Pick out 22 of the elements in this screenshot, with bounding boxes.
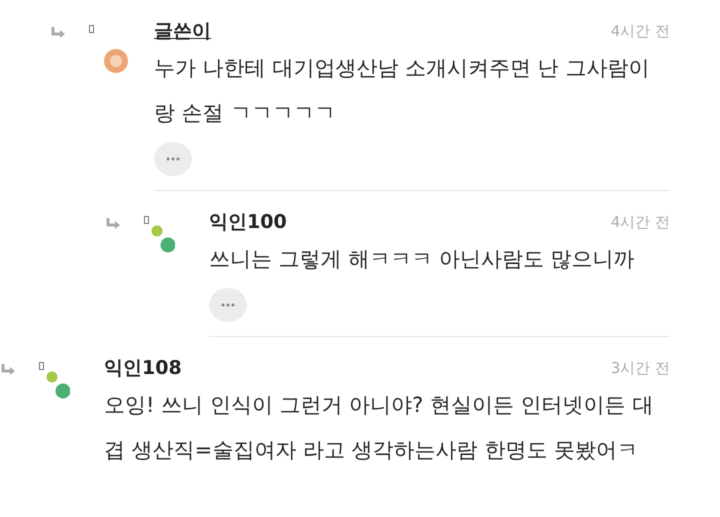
comment-time: 3시간 전 — [610, 358, 670, 379]
avatar-icon — [151, 225, 175, 253]
more-icon — [221, 303, 235, 307]
author-name[interactable]: 익인100 — [209, 209, 287, 235]
comment-text: 쓰니는 그렇게 해ㅋㅋㅋ 아닌사람도 많으니까 — [209, 246, 636, 273]
comment-text: 오잉! 쓰니 인식이 그런거 아니야? 현실이든 인터넷이든 대겹 생산직=술집여자 라고 생각하는사람 한명도 못봤어ㅋ — [104, 392, 654, 464]
reply-arrow-icon — [50, 26, 66, 40]
avatar-icon — [103, 48, 129, 74]
broken-image-icon — [39, 362, 44, 370]
comment-text: 누가 나한테 대기업생산남 소개시켜주면 난 그사람이랑 손절 ㄱㄱㄱㄱㄱ — [154, 55, 650, 127]
broken-image-icon — [89, 25, 94, 33]
avatar-icon — [46, 371, 70, 399]
comment-time: 4시간 전 — [610, 20, 670, 42]
reply-arrow-icon — [0, 363, 16, 377]
broken-image-icon — [144, 216, 149, 224]
more-options-button[interactable] — [209, 288, 247, 322]
author-name[interactable]: 익인108 — [104, 355, 182, 381]
author-name[interactable]: 글쓴이 — [154, 18, 211, 44]
reply-arrow-icon — [105, 217, 121, 231]
comment-time: 4시간 전 — [610, 212, 670, 233]
more-options-button[interactable] — [154, 142, 192, 176]
more-icon — [166, 157, 180, 161]
